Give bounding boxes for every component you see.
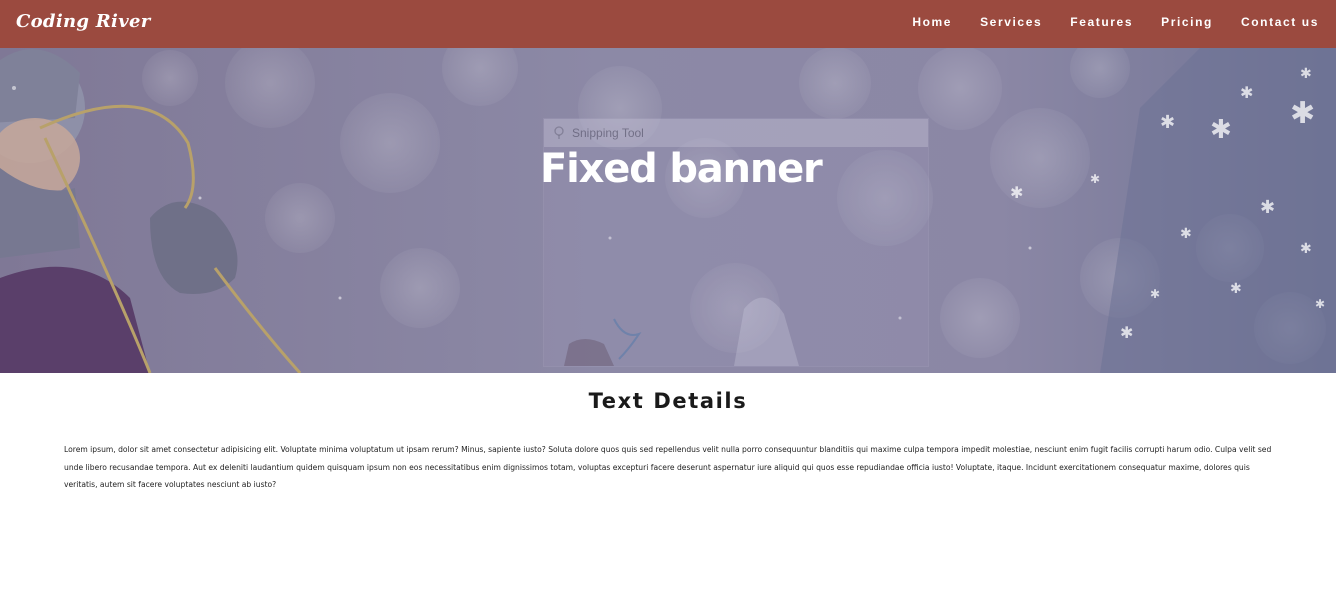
svg-text:✱: ✱ (1300, 241, 1312, 257)
brand-logo[interactable]: Coding River (16, 11, 151, 32)
faded-boot-image (564, 297, 799, 366)
svg-text:✱: ✱ (1090, 172, 1100, 186)
svg-text:✱: ✱ (1230, 281, 1242, 297)
section-heading: Text Details (588, 389, 748, 413)
svg-text:✱: ✱ (1260, 197, 1275, 218)
scissors-icon (553, 125, 567, 144)
section-paragraph: Lorem ipsum, dolor sit amet consectetur … (64, 445, 1272, 489)
svg-text:✱: ✱ (1290, 96, 1315, 131)
svg-text:✱: ✱ (1120, 323, 1133, 342)
snipping-tool-title: Snipping Tool (572, 126, 644, 140)
nav-links: Home Services Features Pricing Contact u… (884, 15, 1319, 29)
svg-text:✱: ✱ (1300, 66, 1312, 82)
svg-text:✱: ✱ (1240, 83, 1253, 102)
nav-link-services[interactable]: Services (980, 15, 1042, 29)
svg-text:✱: ✱ (1010, 183, 1023, 202)
nav-link-pricing[interactable]: Pricing (1161, 15, 1213, 29)
nav-link-contact[interactable]: Contact us (1241, 15, 1319, 29)
nav-link-features[interactable]: Features (1070, 15, 1133, 29)
fixed-banner: ✱ ✱ ✱ ✱ ✱ ✱ ✱ ✱ ✱ ✱ ✱ ✱ ✱ ✱ Snipping Too… (0, 48, 1336, 373)
svg-text:✱: ✱ (1210, 115, 1232, 145)
svg-text:✱: ✱ (1315, 297, 1325, 311)
svg-text:✱: ✱ (1180, 226, 1192, 242)
nav-link-home[interactable]: Home (912, 15, 952, 29)
banner-title: Fixed banner (540, 146, 823, 192)
navbar: Coding River Home Services Features Pric… (0, 0, 1336, 48)
svg-text:✱: ✱ (1150, 287, 1160, 301)
svg-text:✱: ✱ (1160, 112, 1175, 133)
snipping-tool-titlebar: Snipping Tool (544, 119, 928, 147)
